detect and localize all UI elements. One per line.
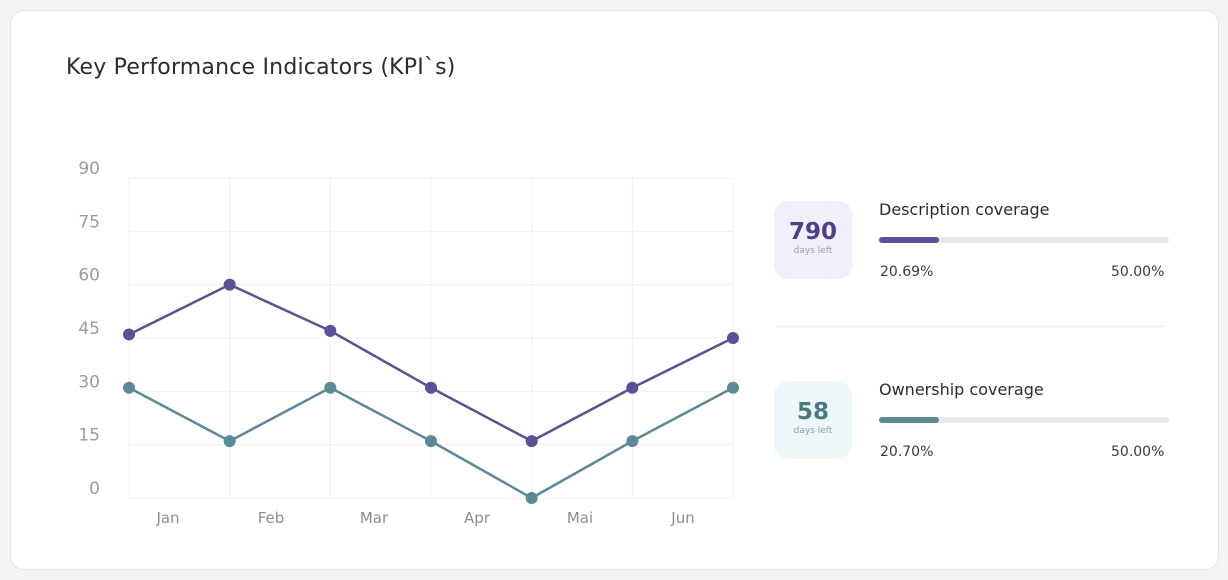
kpi-label-description: Description coverage xyxy=(879,200,1050,219)
kpi-divider xyxy=(776,326,1166,327)
badge-value: 790 xyxy=(788,219,837,245)
series-1-point xyxy=(123,328,135,341)
series-1-point xyxy=(525,435,538,448)
progress-fill-description xyxy=(879,237,939,243)
badge-caption: days left xyxy=(793,246,833,256)
y-tick-label: 30 xyxy=(78,372,100,392)
series-1-point xyxy=(626,381,639,394)
x-tick-label: Jun xyxy=(670,509,694,527)
x-tick-label: Feb xyxy=(258,509,285,527)
progress-track-description xyxy=(879,237,1169,243)
kpi-badge-ownership: 58 days left xyxy=(774,381,852,459)
badge-caption: days left xyxy=(793,426,833,436)
series-1-point xyxy=(223,278,236,291)
y-tick-label: 90 xyxy=(78,159,100,179)
series-1-point xyxy=(324,324,337,337)
kpi-label-ownership: Ownership coverage xyxy=(879,380,1044,399)
series-2-point xyxy=(425,435,437,448)
y-tick-label: 45 xyxy=(78,319,100,339)
kpi-badge-description: 790 days left xyxy=(774,201,852,279)
kpi-card: Key Performance Indicators (KPI`s) 0 15 30… xyxy=(10,10,1219,570)
x-tick-label: Apr xyxy=(464,509,491,527)
series-1-point xyxy=(425,381,437,394)
series-2-point xyxy=(626,435,639,448)
y-tick-label: 75 xyxy=(78,212,100,232)
progress-fill-ownership xyxy=(879,417,940,423)
y-tick-label: 0 xyxy=(89,479,100,499)
series-2-point xyxy=(727,381,739,394)
series-2-point xyxy=(525,492,538,504)
series-2-point xyxy=(223,435,236,448)
target-value-ownership: 50.00% xyxy=(1111,444,1165,460)
series-2-point xyxy=(123,381,135,394)
current-value-ownership: 20.70% xyxy=(880,444,934,460)
progress-track-ownership xyxy=(879,417,1169,423)
x-tick-label: Mar xyxy=(360,509,389,527)
badge-value: 58 xyxy=(796,399,829,425)
series-1-point xyxy=(727,332,739,344)
target-value-description: 50.00% xyxy=(1111,264,1165,280)
current-value-description: 20.69% xyxy=(880,264,934,280)
y-tick-label: 60 xyxy=(78,266,100,286)
x-tick-label: Jan xyxy=(155,509,179,527)
x-tick-label: Mai xyxy=(567,509,593,527)
kpi-line-chart: 0 15 30 45 60 75 90 Jan Feb Mar Apr Mai Jun xyxy=(78,159,739,527)
y-tick-label: 15 xyxy=(78,426,100,446)
series-2-point xyxy=(324,381,337,394)
